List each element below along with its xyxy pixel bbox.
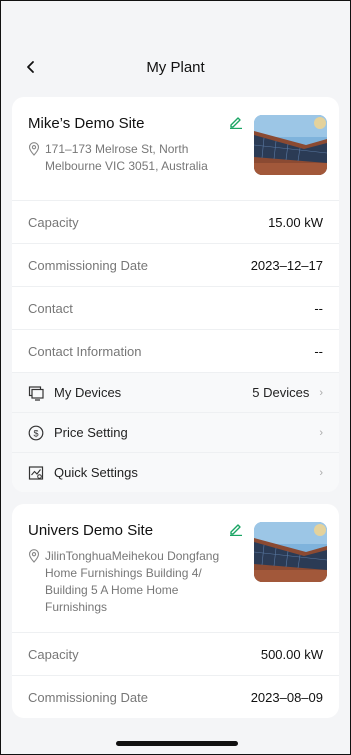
commissioning-label: Commissioning Date bbox=[28, 689, 148, 705]
capacity-row: Capacity 500.00 kW bbox=[12, 632, 339, 675]
pencil-icon[interactable] bbox=[229, 115, 243, 129]
nav-bar: My Plant bbox=[1, 49, 350, 85]
capacity-value: 500.00 kW bbox=[260, 646, 323, 662]
contact-value: -- bbox=[314, 300, 323, 316]
page-title: My Plant bbox=[146, 58, 205, 76]
capacity-value: 15.00 kW bbox=[268, 214, 323, 230]
chevron-right-icon: › bbox=[319, 466, 323, 479]
quick-settings-item[interactable]: Quick Settings › bbox=[12, 452, 339, 492]
quick-settings-label: Quick Settings bbox=[54, 465, 138, 480]
address-text: 171–173 Melrose St, North Melbourne VIC … bbox=[45, 142, 208, 173]
app-frame: My Plant Mike’s Demo Site 171–173 Melros… bbox=[0, 0, 351, 755]
contact-label: Contact bbox=[28, 300, 73, 316]
site-photo bbox=[254, 115, 327, 175]
chevron-left-icon bbox=[27, 61, 34, 73]
devices-count: 5 Devices bbox=[252, 385, 310, 400]
commissioning-value: 2023–12–17 bbox=[250, 257, 323, 273]
site-photo bbox=[254, 522, 327, 582]
chevron-right-icon: › bbox=[319, 426, 323, 439]
contact-info-label: Contact Information bbox=[28, 343, 142, 359]
site-header: Univers Demo Site JilinTonghuaMeihekou D… bbox=[12, 504, 339, 632]
home-indicator[interactable] bbox=[116, 741, 238, 746]
pencil-icon[interactable] bbox=[229, 522, 243, 536]
chart-settings-icon bbox=[28, 465, 44, 480]
monitor-icon bbox=[28, 385, 44, 401]
location-pin-icon bbox=[28, 142, 40, 156]
location-pin-icon bbox=[28, 549, 40, 563]
contact-info-row: Contact Information -- bbox=[12, 329, 339, 372]
site-header: Mike’s Demo Site 171–173 Melrose St, Nor… bbox=[12, 97, 339, 200]
my-devices-item[interactable]: My Devices 5 Devices › bbox=[12, 372, 339, 412]
commissioning-label: Commissioning Date bbox=[28, 257, 148, 273]
commissioning-value: 2023–08–09 bbox=[250, 689, 323, 705]
status-area bbox=[1, 1, 350, 49]
my-devices-label: My Devices bbox=[54, 385, 122, 400]
site-card[interactable]: Mike’s Demo Site 171–173 Melrose St, Nor… bbox=[12, 97, 339, 492]
contact-info-value: -- bbox=[314, 343, 323, 359]
price-setting-item[interactable]: $ Price Setting › bbox=[12, 412, 339, 452]
back-button[interactable] bbox=[19, 55, 43, 79]
capacity-row: Capacity 15.00 kW bbox=[12, 200, 339, 243]
svg-text:$: $ bbox=[33, 428, 38, 438]
plant-list[interactable]: Mike’s Demo Site 171–173 Melrose St, Nor… bbox=[1, 97, 350, 754]
capacity-label: Capacity bbox=[28, 646, 79, 662]
capacity-label: Capacity bbox=[28, 214, 79, 230]
dollar-circle-icon: $ bbox=[28, 425, 44, 440]
site-card[interactable]: Univers Demo Site JilinTonghuaMeihekou D… bbox=[12, 504, 339, 718]
site-menu: My Devices 5 Devices › $ Price Setting › bbox=[12, 372, 339, 492]
contact-row: Contact -- bbox=[12, 286, 339, 329]
chevron-right-icon: › bbox=[319, 386, 323, 399]
price-setting-label: Price Setting bbox=[54, 425, 128, 440]
commissioning-row: Commissioning Date 2023–12–17 bbox=[12, 243, 339, 286]
address-text: JilinTonghuaMeihekou Dongfang Home Furni… bbox=[45, 549, 220, 614]
commissioning-row: Commissioning Date 2023–08–09 bbox=[12, 675, 339, 718]
